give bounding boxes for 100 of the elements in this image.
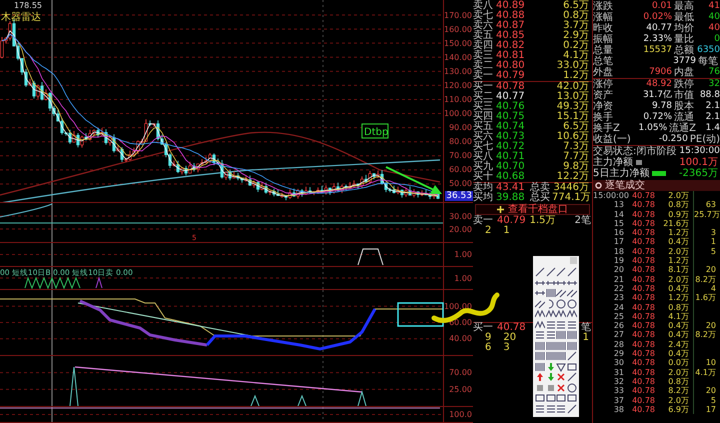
- tick-price: 40.78: [631, 246, 655, 256]
- stat-label: 换手Z: [593, 123, 620, 134]
- diagonal-line-icon[interactable]: [566, 404, 576, 414]
- tick-volume: 1.2万: [667, 256, 689, 266]
- tick-price: 40.78: [631, 330, 655, 340]
- axis-label: 70.00: [449, 368, 472, 378]
- stat-label: 量比: [674, 34, 695, 45]
- stat-value: 0.72%: [642, 112, 673, 122]
- tick-time: 20: [612, 265, 625, 275]
- up-arrow-icon[interactable]: [535, 372, 545, 382]
- price: 40.82: [496, 41, 526, 51]
- stat-value: 32: [708, 79, 720, 90]
- tick-price: 40.78: [631, 284, 655, 294]
- panel-handle-icon[interactable]: [570, 257, 577, 264]
- triangle-icon[interactable]: [556, 362, 566, 372]
- tick-price: 40.78: [631, 404, 655, 414]
- stat-value: 3779: [672, 56, 697, 66]
- vertical-bars-icon[interactable]: [535, 340, 545, 350]
- tick-time: 33: [612, 386, 625, 396]
- vertical-bars-icon[interactable]: [546, 288, 556, 298]
- stacked-lines-icon[interactable]: [535, 404, 545, 414]
- vertical-bars-icon[interactable]: [556, 351, 566, 361]
- axis-label: 1.00: [454, 250, 472, 259]
- tick-time: 32: [612, 376, 625, 386]
- tick-time: 21: [612, 274, 625, 284]
- diagonal-line-icon[interactable]: [566, 372, 576, 382]
- level-label: 卖六: [473, 21, 494, 31]
- diagonal-line-icon[interactable]: [556, 267, 566, 277]
- total-volume: 774.1万: [552, 193, 591, 203]
- level-label: 买三: [473, 102, 494, 112]
- stat-label: 涨幅: [593, 12, 613, 23]
- highlight-box: [397, 302, 444, 327]
- stacked-lines-icon[interactable]: [535, 330, 545, 340]
- stacked-lines-icon[interactable]: [556, 320, 566, 330]
- depth-button[interactable]: 查看千档盘口: [475, 204, 590, 215]
- level-label: 买十: [473, 172, 494, 182]
- indicator-line: [0, 204, 52, 218]
- diagonal-line-icon[interactable]: [546, 267, 556, 277]
- parallel-lines-icon[interactable]: [535, 298, 545, 308]
- tick-time: 14: [612, 210, 625, 219]
- tick-price: 40.78: [631, 237, 655, 247]
- stat-value: 15537: [642, 45, 673, 56]
- vertical-bars-icon[interactable]: [546, 351, 556, 361]
- vertical-bars-icon[interactable]: [556, 330, 566, 340]
- horizontal-line-icon[interactable]: [535, 288, 545, 298]
- tick-time: 30: [612, 358, 625, 368]
- cross-icon[interactable]: [556, 372, 566, 382]
- order-size: 1: [503, 226, 510, 236]
- stat-value: 7906: [648, 67, 673, 78]
- tick-volume: 0.4万: [667, 321, 689, 330]
- cross-icon[interactable]: [556, 382, 566, 392]
- tick-note: 8.2万: [693, 274, 720, 284]
- axis-label: 160.00: [444, 24, 472, 34]
- stat-label: 振幅: [593, 34, 613, 45]
- vertical-bars-icon[interactable]: [566, 330, 576, 340]
- status-time: 15:30:00: [679, 146, 720, 157]
- total-label: 总买: [530, 193, 551, 203]
- stat-value: 0.02%: [642, 12, 673, 23]
- circle-icon[interactable]: [556, 298, 566, 308]
- stacked-lines-icon[interactable]: [566, 320, 576, 330]
- price: 40.78: [496, 82, 526, 92]
- diagonal-line-icon[interactable]: [535, 267, 545, 277]
- vertical-bars-icon[interactable]: [566, 340, 576, 350]
- diagonal-line-icon[interactable]: [566, 267, 576, 277]
- tick-price: 40.78: [631, 358, 655, 368]
- level-label: 买九: [473, 162, 494, 172]
- stat-label: 流通Z: [669, 123, 696, 134]
- stat-label: 每笔: [698, 56, 719, 67]
- stacked-lines-icon[interactable]: [546, 330, 556, 340]
- circle-icon[interactable]: [566, 382, 576, 392]
- vertical-bars-icon[interactable]: [535, 362, 545, 372]
- parallel-lines-icon[interactable]: [566, 288, 576, 298]
- tick-time: 38: [612, 404, 625, 414]
- stacked-lines-icon[interactable]: [546, 404, 556, 414]
- tick-volume: 2.0万: [667, 396, 689, 405]
- price: 40.71: [496, 152, 526, 162]
- circle-icon[interactable]: [566, 298, 576, 308]
- stat-label: 流通: [674, 112, 695, 123]
- diagonal-line-icon[interactable]: [566, 351, 576, 361]
- tick-note: 5: [693, 396, 720, 405]
- stat-value: 2.1: [704, 112, 720, 123]
- stat-value: 1.05%: [638, 123, 668, 134]
- tick-volume: 8.1万: [667, 265, 689, 275]
- vertical-bars-icon[interactable]: [546, 340, 556, 350]
- tick-time: 15: [612, 218, 625, 228]
- vertical-bars-icon[interactable]: [535, 351, 545, 361]
- parallel-lines-icon[interactable]: [556, 288, 566, 298]
- tick-volume: 0.8万: [667, 302, 689, 312]
- rectangle-icon[interactable]: [566, 362, 576, 372]
- stat-label: 净资: [593, 101, 613, 112]
- volume: 3.7万: [562, 21, 589, 31]
- tick-time: 29: [612, 349, 625, 358]
- stacked-lines-icon[interactable]: [556, 404, 566, 414]
- tick-volume: 0.4万: [667, 330, 689, 340]
- vertical-bars-icon[interactable]: [556, 340, 566, 350]
- volume: 1.2万: [562, 71, 589, 81]
- stacked-lines-icon[interactable]: [546, 320, 556, 330]
- tick-price: 40.78: [631, 368, 655, 377]
- tick-note: 4.1万: [693, 368, 720, 377]
- tick-time: 13: [612, 200, 625, 210]
